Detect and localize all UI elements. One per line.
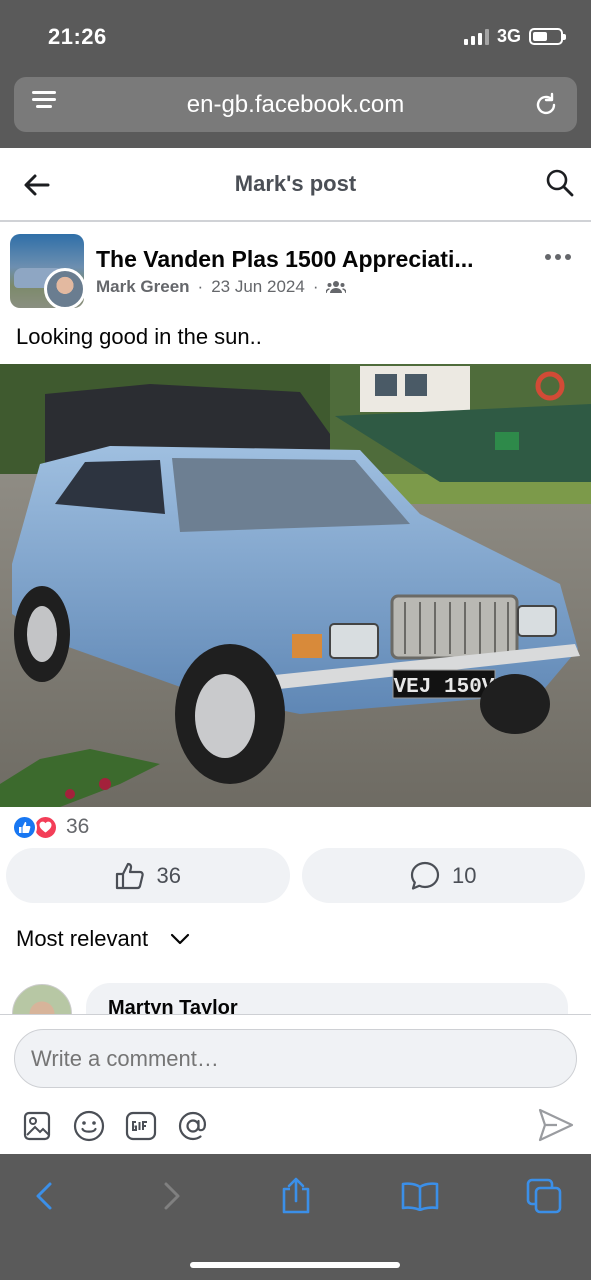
commenter-name[interactable]: Martyn Taylor bbox=[108, 997, 238, 1014]
address-bar[interactable]: en-gb.facebook.com bbox=[14, 77, 577, 132]
more-options-icon[interactable] bbox=[545, 254, 573, 264]
meta-separator: · bbox=[197, 277, 204, 296]
battery-icon bbox=[529, 28, 566, 45]
send-icon[interactable] bbox=[537, 1107, 575, 1143]
network-type: 3G bbox=[496, 26, 521, 46]
post-actions: 36 10 bbox=[6, 848, 585, 903]
browser-back-icon[interactable] bbox=[24, 1176, 64, 1216]
comment-bubble[interactable]: Martyn Taylor bbox=[86, 983, 568, 1014]
gif-icon[interactable] bbox=[124, 1109, 158, 1143]
sort-label[interactable]: Most relevant bbox=[16, 926, 148, 952]
emoji-icon[interactable] bbox=[72, 1109, 106, 1143]
bookmarks-icon[interactable] bbox=[400, 1176, 440, 1216]
post-author-row: The Vanden Plas 1500 Appreciati... Mark … bbox=[0, 226, 591, 316]
status-indicators: 3G bbox=[463, 26, 566, 47]
browser-toolbar bbox=[0, 1154, 591, 1280]
commenter-avatar[interactable] bbox=[12, 984, 72, 1014]
like-count: 36 bbox=[156, 862, 181, 888]
author-avatar[interactable] bbox=[44, 268, 86, 310]
home-indicator bbox=[190, 1262, 400, 1268]
search-icon[interactable] bbox=[545, 168, 575, 198]
post-date[interactable]: 23 Jun 2024 bbox=[211, 277, 305, 297]
reaction-summary[interactable]: 36 bbox=[12, 813, 89, 841]
url-text[interactable]: en-gb.facebook.com bbox=[187, 91, 404, 119]
reader-menu-icon[interactable] bbox=[32, 91, 56, 119]
post-text: Looking good in the sun.. bbox=[16, 324, 262, 349]
comment-item: Martyn Taylor bbox=[0, 980, 591, 1014]
page-title: Mark's post bbox=[234, 171, 357, 196]
comment-button[interactable]: 10 bbox=[301, 848, 585, 903]
composer-tools bbox=[20, 1109, 210, 1143]
meta-separator: · bbox=[312, 277, 319, 296]
group-name[interactable]: The Vanden Plas 1500 Appreciati... bbox=[96, 246, 506, 273]
comment-sort-dropdown[interactable]: Most relevant bbox=[16, 926, 190, 952]
status-time: 21:26 bbox=[48, 24, 107, 49]
post-meta: Mark Green · 23 Jun 2024 · bbox=[96, 277, 347, 297]
tabs-icon[interactable] bbox=[524, 1176, 564, 1216]
like-button[interactable]: 36 bbox=[6, 848, 290, 903]
number-plate: VEJ 150V bbox=[394, 676, 495, 699]
like-reaction-icon bbox=[12, 814, 37, 840]
comment-input[interactable] bbox=[14, 1029, 577, 1088]
mention-icon[interactable] bbox=[176, 1109, 210, 1143]
group-audience-icon bbox=[326, 281, 347, 294]
thumbs-up-icon bbox=[115, 862, 144, 889]
share-icon[interactable] bbox=[276, 1176, 316, 1216]
post-photo[interactable]: VEJ 150V bbox=[0, 364, 591, 807]
back-arrow-icon[interactable] bbox=[22, 170, 52, 200]
browser-chrome: 21:26 3G en-gb.facebook.com bbox=[0, 0, 591, 148]
car-photo-illustration: VEJ 150V bbox=[0, 364, 591, 807]
browser-forward-icon[interactable] bbox=[152, 1176, 192, 1216]
chevron-down-icon[interactable] bbox=[170, 933, 190, 945]
comment-bubble-icon bbox=[410, 861, 440, 890]
signal-icon bbox=[463, 28, 489, 45]
comment-composer bbox=[0, 1014, 591, 1154]
reload-icon[interactable] bbox=[533, 92, 559, 118]
comment-count: 10 bbox=[452, 862, 477, 888]
photo-icon[interactable] bbox=[20, 1109, 54, 1143]
author-name[interactable]: Mark Green bbox=[96, 277, 190, 297]
reaction-count: 36 bbox=[66, 815, 90, 838]
post-header-bar: Mark's post bbox=[0, 148, 591, 222]
